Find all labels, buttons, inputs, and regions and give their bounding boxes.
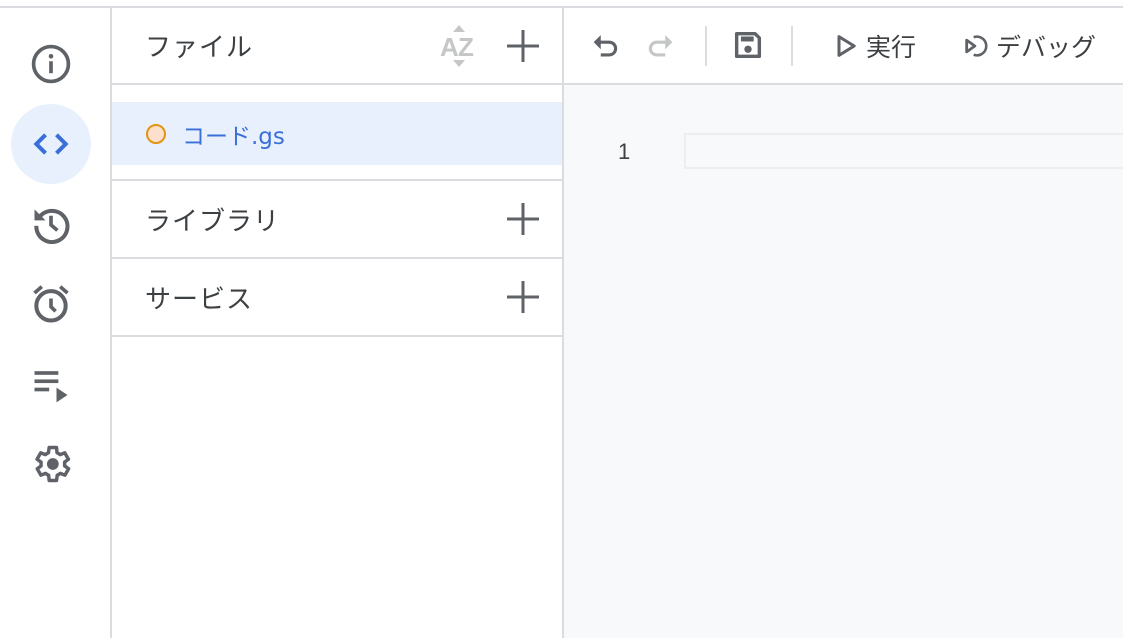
history-icon	[34, 208, 70, 245]
add-file-icon[interactable]	[504, 27, 542, 65]
services-section: サービス	[112, 259, 562, 337]
top-border	[0, 0, 1123, 8]
gear-icon	[35, 445, 71, 483]
svg-text:Z: Z	[458, 32, 474, 62]
save-icon[interactable]	[731, 28, 765, 62]
current-line-highlight[interactable]	[684, 133, 1123, 169]
line-number: 1	[618, 139, 631, 164]
rail-overview-button[interactable]	[11, 24, 91, 104]
svg-text:A: A	[440, 32, 459, 62]
code-editor[interactable]: 1	[564, 85, 1123, 638]
unsaved-status-dot	[146, 123, 166, 144]
libraries-section: ライブラリ	[112, 181, 562, 259]
sort-az-icon[interactable]: A Z	[438, 23, 480, 69]
files-panel: ファイル A Z コード.gs ライブラリ サービス	[112, 8, 564, 638]
libraries-label: ライブラリ	[145, 206, 281, 237]
editor-toolbar: 実行 デバッグ	[564, 8, 1123, 85]
rail-editor-button[interactable]	[11, 104, 91, 184]
undo-icon[interactable]	[588, 28, 622, 62]
playlist-play-icon	[34, 371, 68, 403]
files-divider	[112, 165, 562, 181]
file-item-code-gs[interactable]: コード.gs	[112, 102, 562, 165]
rail-triggers-button[interactable]	[11, 264, 91, 344]
toolbar-separator	[705, 26, 707, 66]
run-label: 実行	[866, 33, 917, 62]
add-service-icon[interactable]	[504, 278, 542, 316]
code-icon	[33, 133, 69, 155]
services-label: サービス	[145, 284, 254, 315]
rail-history-button[interactable]	[11, 184, 91, 264]
run-button[interactable]: 実行	[832, 26, 916, 66]
play-icon	[837, 35, 856, 57]
info-icon	[31, 44, 71, 84]
left-nav-rail	[0, 8, 112, 638]
redo-icon[interactable]	[644, 28, 678, 62]
files-label: ファイル	[145, 33, 254, 63]
rail-executions-button[interactable]	[11, 344, 91, 424]
debug-label: デバッグ	[996, 33, 1097, 62]
file-name: コード.gs	[182, 123, 285, 150]
toolbar-separator	[791, 26, 793, 66]
alarm-icon	[33, 285, 69, 323]
rail-settings-button[interactable]	[11, 424, 91, 504]
debug-button[interactable]: デバッグ	[962, 26, 1096, 66]
files-header: ファイル A Z	[112, 8, 562, 85]
debug-icon	[965, 35, 988, 57]
add-library-icon[interactable]	[504, 200, 542, 238]
